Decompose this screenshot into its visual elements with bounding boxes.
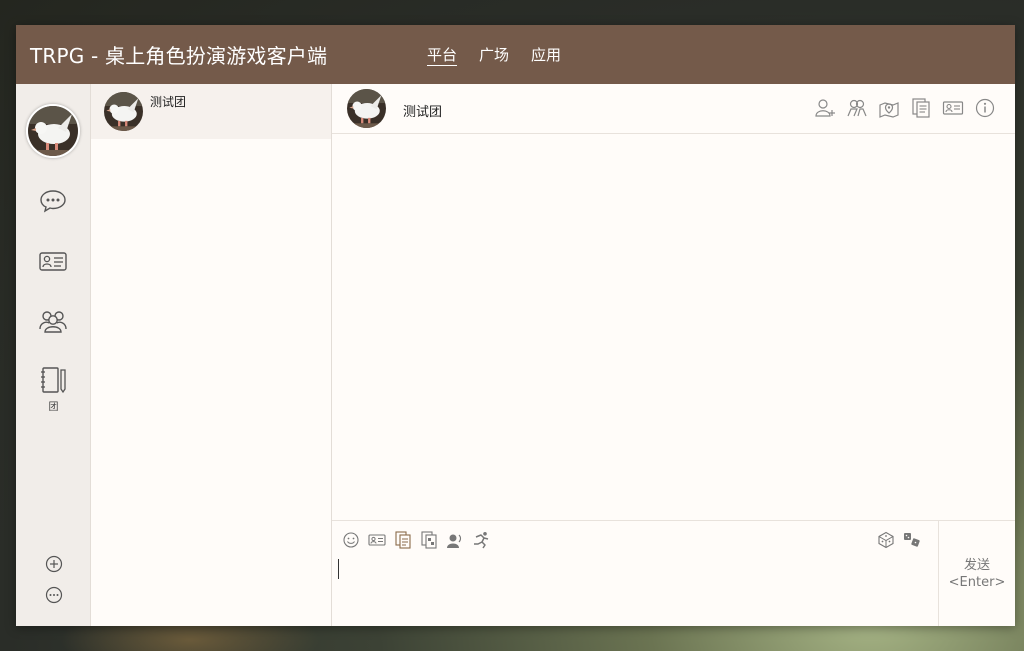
send-shortcut: <Enter>: [948, 575, 1006, 590]
chat-panel: 测试团 发送 <Enter>: [332, 84, 1015, 626]
add-circle-icon[interactable]: [44, 554, 64, 574]
dice-icon[interactable]: [877, 531, 895, 549]
chat-header-actions: [804, 97, 996, 119]
conversation-name: 测试团: [150, 95, 187, 109]
message-area[interactable]: [332, 134, 1015, 521]
sidebar-group-label: 团: [48, 402, 59, 413]
add-member-icon[interactable]: [814, 97, 836, 119]
emoji-icon[interactable]: [342, 531, 360, 549]
chat-title: 测试团: [403, 105, 443, 120]
message-input[interactable]: [338, 557, 928, 621]
avatar: [104, 92, 143, 131]
file-send-icon[interactable]: [420, 531, 438, 549]
send-label: 发送: [963, 558, 990, 573]
title-bar: TRPG - 桌上角色扮演游戏客户端 平台 广场 应用: [16, 25, 1015, 84]
list-item[interactable]: 测试团: [91, 84, 331, 139]
chat-header: 测试团: [332, 84, 1015, 134]
nav-apps[interactable]: 应用: [531, 44, 561, 65]
group-icon[interactable]: [38, 306, 68, 336]
actor-card-icon[interactable]: [942, 97, 964, 119]
info-icon[interactable]: [974, 97, 996, 119]
action-icon[interactable]: [472, 531, 490, 549]
composer-toolbar: [342, 531, 498, 549]
card-icon[interactable]: [368, 531, 386, 549]
chat-bubble-icon[interactable]: [38, 186, 68, 216]
app-title: TRPG - 桌上角色扮演游戏客户端: [30, 44, 328, 68]
voice-icon[interactable]: [446, 531, 464, 549]
dice-roll-icon[interactable]: [903, 531, 921, 549]
sidebar: 团: [16, 84, 91, 626]
document-send-icon[interactable]: [394, 531, 412, 549]
send-button[interactable]: 发送 <Enter>: [938, 521, 1015, 626]
composer-toolbar-right: [869, 531, 921, 549]
composer: 发送 <Enter>: [332, 520, 1015, 626]
id-card-icon[interactable]: [38, 246, 68, 276]
members-icon[interactable]: [846, 97, 868, 119]
conversation-list: 测试团: [91, 84, 332, 626]
text-caret: [338, 559, 339, 579]
map-icon[interactable]: [878, 97, 900, 119]
dove-avatar-image: [28, 106, 78, 156]
documents-icon[interactable]: [910, 97, 932, 119]
nav-platform[interactable]: 平台: [427, 44, 457, 65]
app-window: TRPG - 桌上角色扮演游戏客户端 平台 广场 应用 团 测试团 测试团 发送…: [16, 25, 1015, 626]
nav-square[interactable]: 广场: [479, 44, 509, 65]
top-nav: 平台 广场 应用: [427, 44, 583, 65]
user-avatar[interactable]: [26, 104, 80, 158]
avatar[interactable]: [347, 89, 386, 128]
notebook-icon[interactable]: [38, 365, 68, 395]
more-circle-icon[interactable]: [44, 585, 64, 605]
